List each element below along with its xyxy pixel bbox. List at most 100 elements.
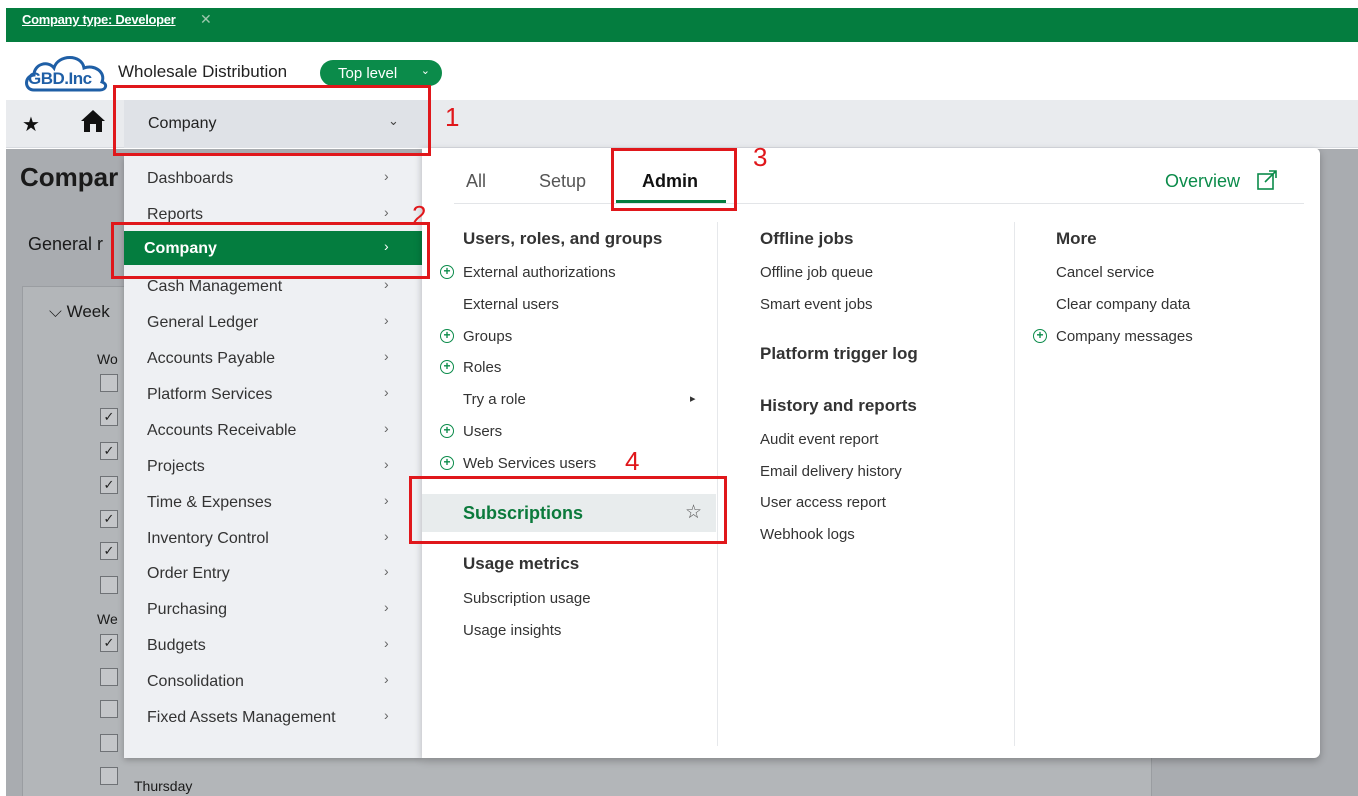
annotation-box-1 (113, 85, 431, 156)
page-title: Compar (20, 162, 119, 192)
level-label: Top level (338, 65, 398, 82)
day-checkbox[interactable] (100, 767, 118, 785)
tab-all[interactable]: All (466, 171, 486, 192)
try-a-role-link[interactable]: Try a role (463, 391, 526, 408)
chevron-down-icon: ⌄ (420, 65, 430, 77)
usage-metrics-heading: Usage metrics (463, 554, 580, 573)
external-link-icon[interactable] (1256, 169, 1278, 191)
annotation-box-2 (111, 222, 430, 279)
home-icon[interactable] (80, 108, 106, 134)
menu-item-general-ledger[interactable]: General Ledger › (124, 305, 422, 339)
add-icon[interactable]: + (440, 456, 454, 470)
menu-item-label: Fixed Assets Management (147, 709, 336, 726)
tabs-divider (454, 203, 1304, 204)
menu-item-label: Consolidation (147, 673, 244, 690)
offline-job-queue-link[interactable]: Offline job queue (760, 264, 873, 281)
favorites-star-icon[interactable]: ★ (22, 112, 40, 137)
day-checkbox[interactable] (100, 374, 118, 392)
day-checkbox[interactable]: ✓ (100, 510, 118, 528)
menu-item-platform-services[interactable]: Platform Services › (124, 377, 422, 411)
annotation-number-1: 1 (445, 102, 460, 132)
users-roles-groups-heading: Users, roles, and groups (463, 229, 663, 248)
smart-event-jobs-link[interactable]: Smart event jobs (760, 296, 873, 313)
add-icon[interactable]: + (440, 424, 454, 438)
annotation-number-3: 3 (753, 142, 768, 172)
groups-link[interactable]: Groups (463, 328, 512, 345)
chevron-right-icon: › (384, 348, 389, 364)
add-icon[interactable]: + (1033, 329, 1047, 343)
chevron-right-icon: › (384, 563, 389, 579)
users-link[interactable]: Users (463, 423, 502, 440)
level-selector[interactable]: Top level ⌄ (320, 60, 442, 86)
menu-item-label: Cash Management (147, 278, 283, 295)
annotation-box-3 (611, 148, 737, 211)
chevron-right-icon: › (384, 492, 389, 508)
company-submenu-panel: All Setup Admin Overview Users, roles, a… (422, 148, 1320, 758)
chevron-right-icon: › (384, 599, 389, 615)
menu-item-dashboards[interactable]: Dashboards › (124, 161, 422, 195)
week-toggle[interactable]: ⌵ Week (49, 302, 110, 322)
logo-text: GBD.Inc (28, 69, 92, 88)
day-checkbox[interactable] (100, 668, 118, 686)
company-type-filter-link[interactable]: Company type: Developer (22, 12, 176, 27)
menu-item-budgets[interactable]: Budgets › (124, 628, 422, 662)
external-authorizations-link[interactable]: External authorizations (463, 264, 616, 281)
subscription-usage-link[interactable]: Subscription usage (463, 590, 591, 607)
menu-item-projects[interactable]: Projects › (124, 449, 422, 483)
menu-item-accounts-receivable[interactable]: Accounts Receivable › (124, 413, 422, 447)
clear-company-data-link[interactable]: Clear company data (1056, 296, 1190, 313)
chevron-right-icon: › (384, 204, 389, 220)
day-checkbox[interactable] (100, 576, 118, 594)
menu-item-order-entry[interactable]: Order Entry › (124, 556, 422, 590)
workdays-label: Wo (97, 351, 118, 367)
company-logo: GBD.Inc (22, 50, 110, 94)
menu-item-label: General Ledger (147, 314, 259, 331)
more-heading: More (1056, 229, 1097, 248)
day-checkbox[interactable] (100, 734, 118, 752)
external-users-link[interactable]: External users (463, 296, 559, 313)
chevron-right-icon: › (384, 168, 389, 184)
chevron-right-icon: › (384, 420, 389, 436)
tab-setup[interactable]: Setup (539, 171, 586, 192)
day-checkbox[interactable]: ✓ (100, 442, 118, 460)
audit-event-report-link[interactable]: Audit event report (760, 431, 878, 448)
chevron-right-icon: › (384, 707, 389, 723)
chevron-right-icon: › (384, 384, 389, 400)
menu-item-label: Budgets (147, 637, 206, 654)
offline-jobs-heading: Offline jobs (760, 229, 854, 248)
web-services-users-link[interactable]: Web Services users (463, 455, 596, 472)
column-divider (1014, 222, 1015, 746)
email-delivery-history-link[interactable]: Email delivery history (760, 463, 902, 480)
user-access-report-link[interactable]: User access report (760, 494, 886, 511)
menu-item-label: Accounts Payable (147, 350, 276, 367)
platform-trigger-log-link[interactable]: Platform trigger log (760, 344, 918, 364)
menu-item-purchasing[interactable]: Purchasing › (124, 592, 422, 626)
overview-link[interactable]: Overview (1165, 171, 1240, 192)
filter-close-icon[interactable]: ✕ (200, 11, 212, 28)
chevron-right-icon: › (384, 528, 389, 544)
day-checkbox[interactable]: ✓ (100, 634, 118, 652)
menu-item-inventory-control[interactable]: Inventory Control › (124, 521, 422, 555)
chevron-right-icon: › (384, 312, 389, 328)
menu-item-accounts-payable[interactable]: Accounts Payable › (124, 341, 422, 375)
day-checkbox[interactable]: ✓ (100, 476, 118, 494)
menu-item-time-expenses[interactable]: Time & Expenses › (124, 485, 422, 519)
menu-item-label: Projects (147, 458, 205, 475)
day-checkbox[interactable]: ✓ (100, 408, 118, 426)
menu-item-label: Platform Services (147, 386, 273, 403)
add-icon[interactable]: + (440, 360, 454, 374)
menu-item-label: Dashboards (147, 170, 234, 187)
company-messages-link[interactable]: Company messages (1056, 328, 1193, 345)
add-icon[interactable]: + (440, 329, 454, 343)
day-checkbox[interactable]: ✓ (100, 542, 118, 560)
weekend-label: We (97, 611, 118, 627)
webhook-logs-link[interactable]: Webhook logs (760, 526, 855, 543)
menu-item-consolidation[interactable]: Consolidation › (124, 664, 422, 698)
add-icon[interactable]: + (440, 265, 454, 279)
menu-item-fixed-assets-management[interactable]: Fixed Assets Management › (124, 700, 422, 734)
usage-insights-link[interactable]: Usage insights (463, 622, 561, 639)
day-checkbox[interactable] (100, 700, 118, 718)
cancel-service-link[interactable]: Cancel service (1056, 264, 1154, 281)
filter-bar: Company type: Developer ✕ (6, 8, 1358, 42)
roles-link[interactable]: Roles (463, 359, 501, 376)
